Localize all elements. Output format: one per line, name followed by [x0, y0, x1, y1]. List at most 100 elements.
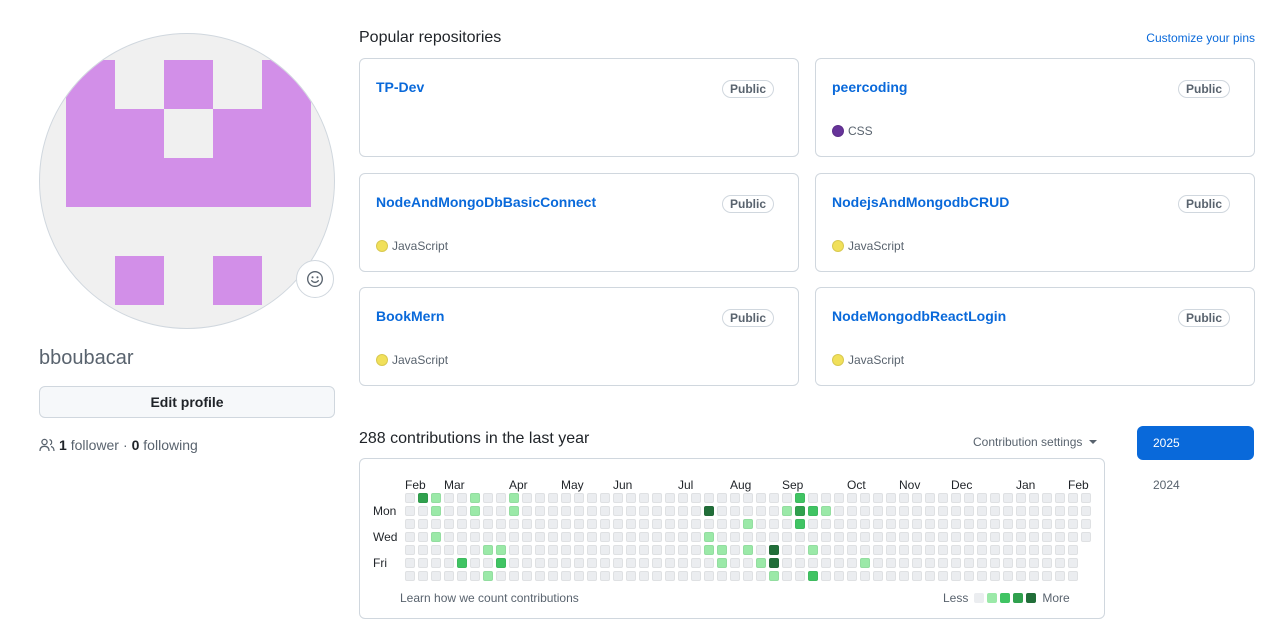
contribution-day-cell[interactable]	[743, 545, 753, 555]
contribution-day-cell[interactable]	[821, 532, 831, 542]
contribution-day-cell[interactable]	[522, 506, 532, 516]
contribution-day-cell[interactable]	[678, 493, 688, 503]
contribution-day-cell[interactable]	[964, 571, 974, 581]
contribution-day-cell[interactable]	[1068, 571, 1078, 581]
contribution-day-cell[interactable]	[873, 571, 883, 581]
contribution-day-cell[interactable]	[938, 519, 948, 529]
repo-name-link[interactable]: peercoding	[832, 79, 907, 95]
contribution-day-cell[interactable]	[704, 545, 714, 555]
contribution-day-cell[interactable]	[639, 506, 649, 516]
contribution-day-cell[interactable]	[730, 558, 740, 568]
contribution-day-cell[interactable]	[990, 558, 1000, 568]
contribution-day-cell[interactable]	[834, 571, 844, 581]
contribution-day-cell[interactable]	[418, 506, 428, 516]
contribution-day-cell[interactable]	[561, 545, 571, 555]
contribution-day-cell[interactable]	[899, 519, 909, 529]
contribution-day-cell[interactable]	[509, 571, 519, 581]
contribution-day-cell[interactable]	[613, 545, 623, 555]
contribution-day-cell[interactable]	[678, 506, 688, 516]
contribution-day-cell[interactable]	[574, 506, 584, 516]
contribution-day-cell[interactable]	[600, 571, 610, 581]
contribution-day-cell[interactable]	[912, 493, 922, 503]
contribution-day-cell[interactable]	[691, 519, 701, 529]
contribution-day-cell[interactable]	[691, 532, 701, 542]
contribution-day-cell[interactable]	[756, 558, 766, 568]
contribution-day-cell[interactable]	[860, 545, 870, 555]
contribution-day-cell[interactable]	[561, 558, 571, 568]
contribution-day-cell[interactable]	[756, 532, 766, 542]
contribution-day-cell[interactable]	[899, 558, 909, 568]
contribution-day-cell[interactable]	[600, 506, 610, 516]
contribution-day-cell[interactable]	[769, 493, 779, 503]
contribution-day-cell[interactable]	[587, 558, 597, 568]
contribution-day-cell[interactable]	[951, 493, 961, 503]
contribution-day-cell[interactable]	[899, 493, 909, 503]
repo-name-link[interactable]: BookMern	[376, 308, 444, 324]
contribution-day-cell[interactable]	[977, 545, 987, 555]
contribution-day-cell[interactable]	[938, 571, 948, 581]
contribution-day-cell[interactable]	[821, 545, 831, 555]
contribution-day-cell[interactable]	[977, 506, 987, 516]
repo-name-link[interactable]: NodeMongodbReactLogin	[832, 308, 1006, 324]
contribution-day-cell[interactable]	[886, 571, 896, 581]
contribution-day-cell[interactable]	[821, 571, 831, 581]
contribution-day-cell[interactable]	[990, 571, 1000, 581]
contribution-day-cell[interactable]	[717, 545, 727, 555]
contribution-day-cell[interactable]	[535, 571, 545, 581]
contribution-day-cell[interactable]	[704, 558, 714, 568]
contribution-day-cell[interactable]	[587, 493, 597, 503]
contribution-day-cell[interactable]	[613, 493, 623, 503]
contribution-day-cell[interactable]	[1068, 506, 1078, 516]
contribution-day-cell[interactable]	[535, 532, 545, 542]
contribution-day-cell[interactable]	[977, 532, 987, 542]
contribution-day-cell[interactable]	[444, 532, 454, 542]
contribution-day-cell[interactable]	[860, 532, 870, 542]
contribution-day-cell[interactable]	[561, 532, 571, 542]
contribution-day-cell[interactable]	[1016, 545, 1026, 555]
contribution-day-cell[interactable]	[561, 519, 571, 529]
contribution-day-cell[interactable]	[587, 519, 597, 529]
contribution-day-cell[interactable]	[899, 506, 909, 516]
contribution-day-cell[interactable]	[639, 493, 649, 503]
contribution-day-cell[interactable]	[457, 519, 467, 529]
contribution-day-cell[interactable]	[1068, 519, 1078, 529]
contribution-day-cell[interactable]	[600, 519, 610, 529]
contribution-day-cell[interactable]	[821, 558, 831, 568]
contribution-day-cell[interactable]	[470, 519, 480, 529]
contribution-day-cell[interactable]	[444, 519, 454, 529]
contribution-day-cell[interactable]	[1055, 532, 1065, 542]
contribution-day-cell[interactable]	[522, 571, 532, 581]
contribution-day-cell[interactable]	[405, 493, 415, 503]
contribution-day-cell[interactable]	[405, 532, 415, 542]
contribution-day-cell[interactable]	[925, 493, 935, 503]
contribution-day-cell[interactable]	[834, 545, 844, 555]
contribution-day-cell[interactable]	[470, 571, 480, 581]
contribution-day-cell[interactable]	[1016, 532, 1026, 542]
contribution-day-cell[interactable]	[886, 519, 896, 529]
contribution-day-cell[interactable]	[743, 493, 753, 503]
contribution-day-cell[interactable]	[1081, 532, 1091, 542]
contribution-day-cell[interactable]	[795, 519, 805, 529]
contribution-day-cell[interactable]	[938, 545, 948, 555]
contribution-day-cell[interactable]	[522, 545, 532, 555]
contribution-day-cell[interactable]	[873, 493, 883, 503]
contribution-day-cell[interactable]	[873, 506, 883, 516]
contribution-day-cell[interactable]	[678, 571, 688, 581]
contribution-day-cell[interactable]	[782, 545, 792, 555]
contribution-day-cell[interactable]	[405, 506, 415, 516]
contribution-day-cell[interactable]	[509, 558, 519, 568]
contribution-day-cell[interactable]	[951, 558, 961, 568]
contribution-day-cell[interactable]	[431, 532, 441, 542]
contribution-day-cell[interactable]	[587, 571, 597, 581]
contribution-day-cell[interactable]	[847, 532, 857, 542]
contribution-day-cell[interactable]	[483, 519, 493, 529]
contribution-day-cell[interactable]	[626, 506, 636, 516]
contribution-day-cell[interactable]	[1055, 571, 1065, 581]
contribution-day-cell[interactable]	[535, 519, 545, 529]
contribution-day-cell[interactable]	[860, 519, 870, 529]
year-2024-button[interactable]: 2024	[1137, 468, 1254, 502]
contribution-day-cell[interactable]	[418, 571, 428, 581]
contribution-day-cell[interactable]	[431, 506, 441, 516]
contribution-day-cell[interactable]	[977, 571, 987, 581]
contribution-day-cell[interactable]	[535, 545, 545, 555]
